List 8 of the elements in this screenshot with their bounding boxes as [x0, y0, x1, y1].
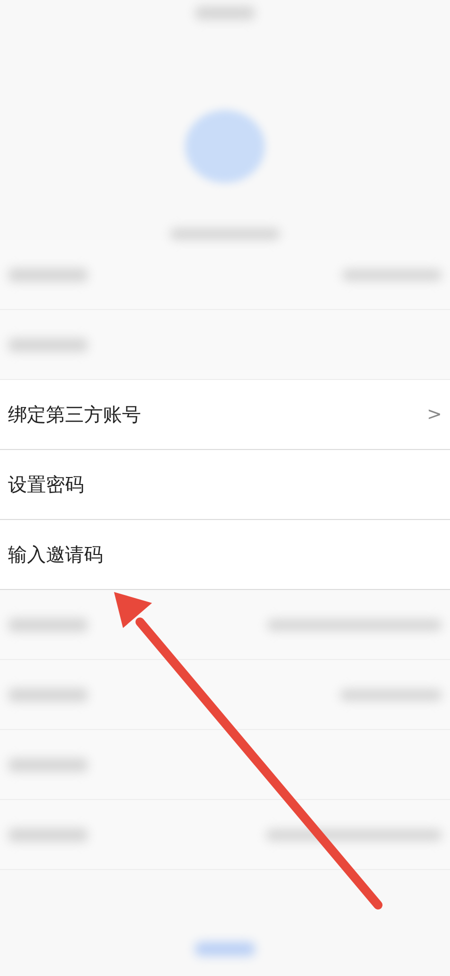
row-label: 输入邀请码: [8, 542, 103, 568]
settings-row[interactable]: 绑定第三方账号 >: [0, 380, 450, 450]
settings-row[interactable]: 设置密码: [0, 450, 450, 520]
chevron: >: [426, 404, 442, 425]
row-label: 设置密码: [8, 472, 84, 498]
settings-row[interactable]: 输入邀请码: [0, 520, 450, 590]
row-label: 绑定第三方账号: [8, 402, 141, 428]
avatar-icon: [185, 110, 265, 183]
